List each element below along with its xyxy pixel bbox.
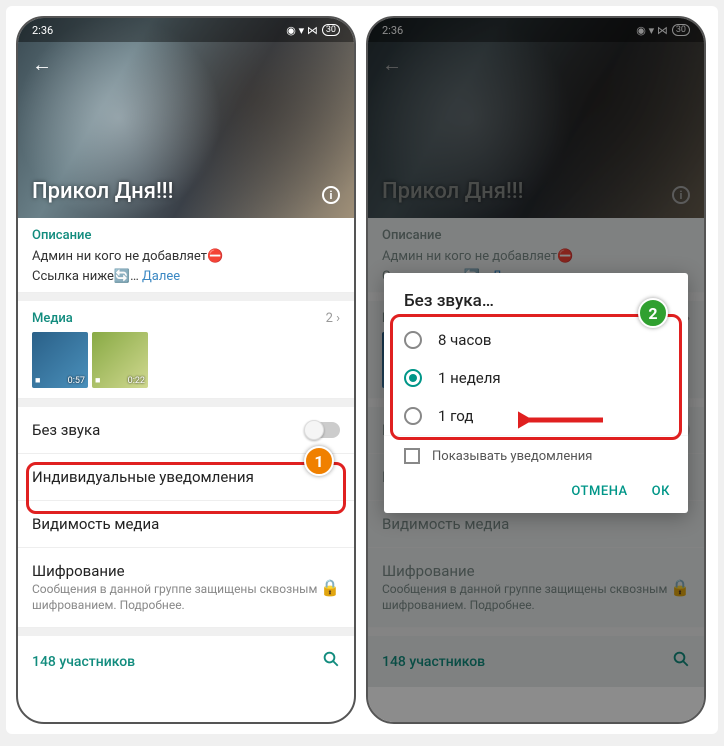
status-time: 2:36 bbox=[32, 24, 53, 37]
checkbox-icon bbox=[404, 448, 420, 464]
media-section[interactable]: Медиа 2 › ■ 0:57 ■ 0:22 bbox=[18, 301, 354, 399]
participants-label: 148 участников bbox=[32, 654, 135, 670]
thumb-duration: 0:22 bbox=[128, 376, 145, 386]
pointer-arrow-icon bbox=[518, 408, 608, 432]
lock-icon: 🔒 bbox=[320, 578, 340, 597]
description-more-link[interactable]: Далее bbox=[142, 269, 180, 284]
group-title: Прикол Дня!!! bbox=[32, 179, 173, 204]
wifi-icon: ◉ ▾ ⋈ bbox=[286, 24, 318, 37]
cancel-button[interactable]: ОТМЕНА bbox=[571, 484, 627, 499]
description-section[interactable]: Описание Админ ни кого не добавляет⛔ Ссы… bbox=[18, 218, 354, 293]
phone-left: 2:36 ◉ ▾ ⋈ 30 ← Прикол Дня!!! i Описание… bbox=[16, 16, 356, 724]
ok-button[interactable]: ОК bbox=[652, 484, 670, 499]
media-thumb-1[interactable]: ■ 0:57 bbox=[32, 332, 88, 388]
description-title: Описание bbox=[32, 228, 340, 243]
show-notifications-row[interactable]: Показывать уведомления bbox=[384, 435, 688, 476]
checkbox-label: Показывать уведомления bbox=[432, 449, 592, 464]
video-icon: ■ bbox=[95, 375, 100, 386]
back-arrow-icon[interactable]: ← bbox=[32, 52, 52, 77]
radio-icon bbox=[404, 331, 422, 349]
radio-option-1week[interactable]: 1 неделя bbox=[384, 359, 688, 397]
battery-icon: 30 bbox=[322, 24, 340, 36]
thumb-duration: 0:57 bbox=[68, 376, 85, 386]
group-header-image[interactable]: ← Прикол Дня!!! i bbox=[18, 18, 354, 218]
media-vis-label: Видимость медиа bbox=[32, 515, 159, 533]
step-badge-2: 2 bbox=[638, 298, 668, 328]
encryption-label: Шифрование bbox=[32, 562, 320, 580]
step-badge-1: 1 bbox=[304, 446, 334, 476]
participants-row[interactable]: 148 участников bbox=[18, 636, 354, 687]
video-icon: ■ bbox=[35, 375, 40, 386]
phone-right: 2:36 ◉ ▾ ⋈ 30 ← Прикол Дня!!! i Описание… bbox=[366, 16, 706, 724]
encryption-sub: Сообщения в данной группе защищены сквоз… bbox=[32, 582, 320, 613]
mute-label: Без звука bbox=[32, 421, 100, 439]
status-bar: 2:36 ◉ ▾ ⋈ 30 bbox=[18, 18, 354, 42]
radio-option-8h[interactable]: 8 часов bbox=[384, 321, 688, 359]
custom-notif-label: Индивидуальные уведомления bbox=[32, 468, 254, 486]
description-text-1: Админ ни кого не добавляет⛔ bbox=[32, 247, 340, 267]
mute-row[interactable]: Без звука bbox=[18, 407, 354, 454]
description-text-2: Ссылка ниже🔄… bbox=[32, 269, 142, 284]
media-count: 2 › bbox=[326, 311, 340, 326]
radio-label: 1 год bbox=[438, 407, 473, 425]
mute-toggle[interactable] bbox=[306, 422, 340, 438]
radio-icon bbox=[404, 407, 422, 425]
radio-label: 8 часов bbox=[438, 331, 491, 349]
encryption-row[interactable]: Шифрование Сообщения в данной группе защ… bbox=[18, 548, 354, 628]
radio-label: 1 неделя bbox=[438, 369, 501, 387]
media-title: Медиа bbox=[32, 311, 73, 326]
media-thumb-2[interactable]: ■ 0:22 bbox=[92, 332, 148, 388]
info-icon[interactable]: i bbox=[322, 186, 340, 204]
media-visibility-row[interactable]: Видимость медиа bbox=[18, 501, 354, 548]
search-icon[interactable] bbox=[322, 650, 340, 673]
radio-icon bbox=[404, 369, 422, 387]
